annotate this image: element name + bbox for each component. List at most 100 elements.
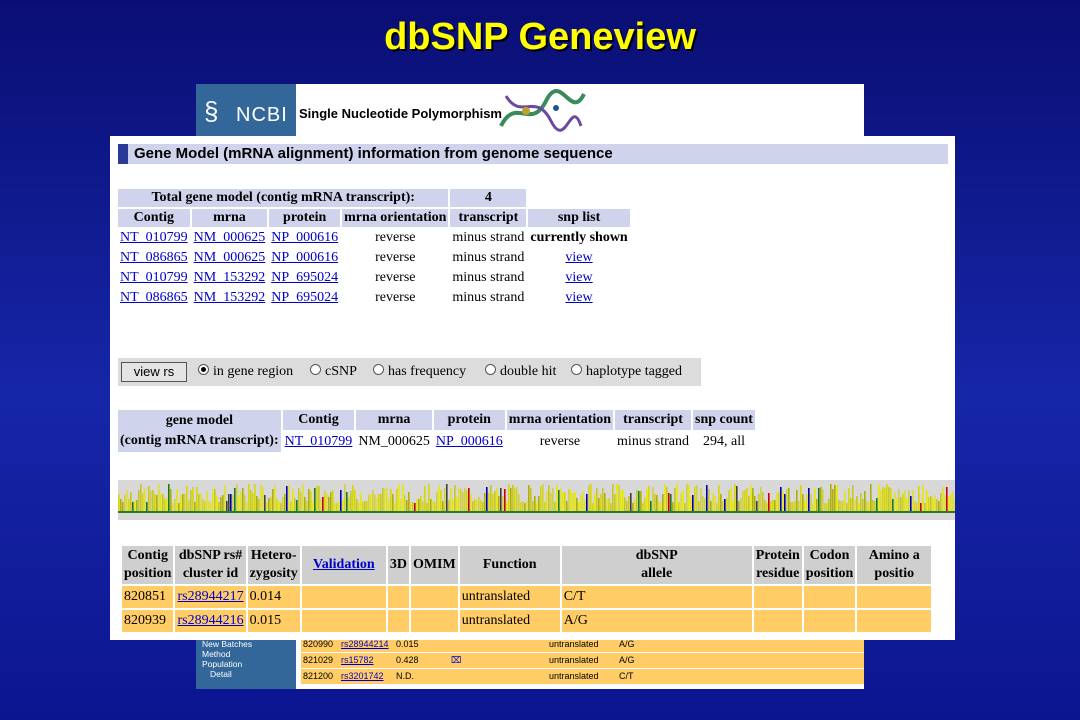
rs-link[interactable]: rs3201742 xyxy=(341,671,384,681)
ncbi-logo[interactable]: § NCBI xyxy=(196,84,296,144)
snp-mark xyxy=(668,493,670,511)
heterozygosity: 0.428 xyxy=(396,655,419,665)
snp-mark xyxy=(890,488,892,511)
snp-mark xyxy=(856,496,858,511)
snp-mark xyxy=(658,501,660,511)
snp-mark xyxy=(548,485,550,511)
mrna-link[interactable]: NM_153292 xyxy=(194,290,266,305)
snp-mark xyxy=(492,494,494,511)
snp-mark xyxy=(610,503,612,511)
snp-mark xyxy=(288,485,290,511)
snp-mark xyxy=(946,487,948,511)
snp-mark xyxy=(172,503,174,511)
snp-mark xyxy=(826,503,828,511)
validation-link[interactable]: Validation xyxy=(313,557,375,572)
snp-mark xyxy=(268,498,270,511)
snp-mark xyxy=(332,490,334,511)
snp-mark xyxy=(238,495,240,511)
header-text: Contig xyxy=(127,548,168,563)
nav-detail[interactable]: Detail xyxy=(202,669,252,679)
transcript: minus strand xyxy=(452,270,525,285)
snp-mark xyxy=(470,494,472,511)
rs-link[interactable]: rs28944214 xyxy=(341,639,389,649)
snp-mark xyxy=(704,498,706,511)
mrna-link[interactable]: NM_000625 xyxy=(194,250,266,265)
header-text: cluster id xyxy=(182,566,239,581)
nav-new-batches[interactable]: New Batches xyxy=(202,639,252,649)
contig-link[interactable]: NT_010799 xyxy=(120,270,188,285)
nav-population[interactable]: Population xyxy=(202,659,252,669)
snp-mark xyxy=(278,501,280,511)
snp-mark xyxy=(518,494,520,511)
snp-mark xyxy=(830,484,832,511)
omim-icon[interactable]: ⌧ xyxy=(451,655,461,666)
mrna-link[interactable]: NM_000625 xyxy=(194,230,266,245)
snp-mark xyxy=(776,493,778,511)
snp-mark xyxy=(556,485,558,511)
header-text: position xyxy=(805,566,854,581)
snp-mark xyxy=(200,494,202,511)
snp-mark xyxy=(510,488,512,511)
view-link[interactable]: view xyxy=(565,290,592,305)
snp-mark xyxy=(166,498,168,511)
snp-mark xyxy=(142,493,144,511)
protein-link[interactable]: NP_000616 xyxy=(271,250,338,265)
view-rs-button[interactable]: view rs xyxy=(121,362,187,382)
snp-mark xyxy=(670,494,672,511)
snp-mark xyxy=(356,499,358,511)
snp-mark xyxy=(358,502,360,511)
contig-link[interactable]: NT_010799 xyxy=(120,230,188,245)
rs-link[interactable]: rs28944217 xyxy=(177,589,243,604)
table-row: NT_086865 NM_153292 NP_695024 reverse mi… xyxy=(118,289,630,307)
snp-mark xyxy=(562,492,564,511)
col-protein: protein xyxy=(433,410,505,430)
snp-mark xyxy=(906,498,908,511)
contig-link[interactable]: NT_086865 xyxy=(120,290,188,305)
snp-mark xyxy=(702,496,704,511)
snp-mark xyxy=(310,491,312,511)
snp-position-track xyxy=(118,480,955,520)
snp-mark xyxy=(750,485,752,511)
snp-mark xyxy=(474,499,476,511)
snp-mark xyxy=(786,489,788,511)
snp-mark xyxy=(424,486,426,511)
protein-link[interactable]: NP_000616 xyxy=(436,434,503,449)
view-link[interactable]: view xyxy=(565,250,592,265)
snp-mark xyxy=(908,490,910,511)
snp-mark xyxy=(718,485,720,511)
protein-link[interactable]: NP_695024 xyxy=(271,270,338,285)
snp-mark xyxy=(242,488,244,511)
radio-has-frequency[interactable]: has frequency xyxy=(373,364,466,380)
snp-mark xyxy=(500,488,502,511)
snp-mark xyxy=(846,503,848,511)
contig-link[interactable]: NT_010799 xyxy=(285,434,353,449)
rs-link[interactable]: rs28944216 xyxy=(177,613,243,628)
function: untranslated xyxy=(549,671,599,681)
snp-mark xyxy=(558,490,560,511)
table-row: 820939 rs28944216 0.015 untranslated A/G xyxy=(122,610,932,632)
snp-mark xyxy=(760,487,762,511)
nav-method[interactable]: Method xyxy=(202,649,252,659)
radio-haplotype-tagged[interactable]: haplotype tagged xyxy=(571,364,682,380)
snp-mark xyxy=(478,497,480,511)
snp-mark xyxy=(414,503,416,511)
rs-link[interactable]: rs15782 xyxy=(341,655,374,665)
snp-mark xyxy=(872,500,874,511)
snp-mark xyxy=(218,502,220,511)
protein-link[interactable]: NP_695024 xyxy=(271,290,338,305)
col-codon-position: Codon position xyxy=(803,546,856,584)
table-row: NT_086865 NM_000625 NP_000616 reverse mi… xyxy=(118,249,630,267)
protein-residue-cell xyxy=(753,610,802,632)
radio-csnp[interactable]: cSNP xyxy=(310,364,357,380)
snp-mark xyxy=(730,487,732,511)
contig-link[interactable]: NT_086865 xyxy=(120,250,188,265)
view-link[interactable]: view xyxy=(565,270,592,285)
snp-mark xyxy=(706,485,708,511)
snp-mark xyxy=(244,495,246,511)
protein-link[interactable]: NP_000616 xyxy=(271,230,338,245)
snp-mark xyxy=(758,494,760,511)
radio-double-hit[interactable]: double hit xyxy=(485,364,556,380)
mrna-link[interactable]: NM_153292 xyxy=(194,270,266,285)
radio-in-gene-region[interactable]: in gene region xyxy=(198,364,293,380)
snp-mark xyxy=(576,498,578,511)
